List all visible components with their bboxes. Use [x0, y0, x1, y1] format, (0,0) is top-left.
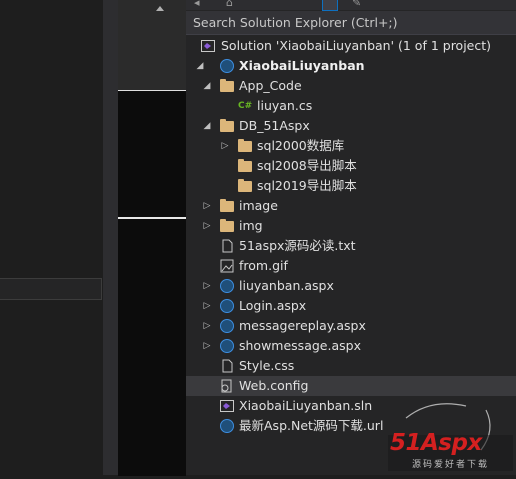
home-icon[interactable]: ⌂	[226, 0, 233, 9]
tree-item-label: 51aspx源码必读.txt	[239, 238, 356, 253]
tree-item-label: sql2019导出脚本	[257, 178, 357, 193]
tree-item-label: liuyanban.aspx	[239, 278, 334, 293]
folder-icon	[238, 139, 252, 152]
folder-icon	[238, 179, 252, 192]
tree-item-label: messagereplay.aspx	[239, 318, 366, 333]
tree-item[interactable]: ◢ App_Code	[186, 76, 516, 96]
config-file-icon	[220, 379, 234, 393]
collapse-arrow-icon[interactable]: ◢	[202, 76, 212, 96]
folder-icon	[220, 119, 234, 132]
minimap-upper	[118, 0, 186, 90]
tree-item[interactable]: ◢ DB_51Aspx	[186, 116, 516, 136]
tree-item[interactable]: sql2019导出脚本	[186, 176, 516, 196]
solution-label: Solution 'XiaobaiLiuyanban' (1 of 1 proj…	[221, 38, 492, 53]
watermark-tagline: 源码爱好者下载	[412, 460, 490, 470]
tree-item[interactable]: C# liuyan.cs	[186, 96, 516, 116]
tree-item[interactable]: Web.config	[186, 376, 516, 396]
tree-item-label: img	[239, 218, 263, 233]
minimap-divider	[118, 217, 186, 219]
web-page-icon	[220, 339, 234, 353]
collapse-arrow-icon[interactable]: ◢	[202, 116, 212, 136]
tree-item[interactable]: Style.css	[186, 356, 516, 376]
minimap-viewport[interactable]	[118, 90, 186, 476]
solution-file-icon	[220, 399, 234, 413]
expand-arrow-icon[interactable]: ▷	[220, 136, 230, 156]
tree-item-label: showmessage.aspx	[239, 338, 361, 353]
image-file-icon	[220, 259, 234, 273]
tree-item-label: Style.css	[239, 358, 295, 373]
scroll-up-arrow-icon[interactable]	[156, 6, 164, 11]
folder-icon	[238, 159, 252, 172]
web-page-icon	[220, 319, 234, 333]
code-editor-area[interactable]	[0, 0, 103, 475]
folder-icon	[220, 79, 234, 92]
tree-item[interactable]: sql2008导出脚本	[186, 156, 516, 176]
tree-item-label: App_Code	[239, 78, 302, 93]
url-file-icon	[220, 419, 234, 433]
text-file-icon	[220, 239, 234, 253]
tree-item[interactable]: ▷ sql2000数据库	[186, 136, 516, 156]
css-file-icon	[220, 359, 234, 373]
tree-item[interactable]: 51aspx源码必读.txt	[186, 236, 516, 256]
web-project-icon	[220, 59, 234, 73]
expand-arrow-icon[interactable]: ▷	[202, 276, 212, 296]
show-all-files-button[interactable]	[322, 0, 338, 11]
tree-item[interactable]: ▷ liuyanban.aspx	[186, 276, 516, 296]
tree-item[interactable]: ▷ messagereplay.aspx	[186, 316, 516, 336]
expand-arrow-icon[interactable]: ▷	[202, 196, 212, 216]
collapse-arrow-icon[interactable]: ◢	[195, 56, 205, 76]
tree-item-label: Web.config	[239, 378, 309, 393]
properties-icon[interactable]: ✎	[352, 0, 361, 9]
csharp-file-icon: C#	[238, 101, 253, 111]
tree-item-label: DB_51Aspx	[239, 118, 310, 133]
watermark-brand: 51Aspx	[390, 430, 482, 456]
current-line-highlight	[0, 278, 102, 300]
expand-arrow-icon[interactable]: ▷	[202, 296, 212, 316]
tree-item-label: image	[239, 198, 278, 213]
tree-item-label: Login.aspx	[239, 298, 307, 313]
search-placeholder: Search Solution Explorer (Ctrl+;)	[193, 15, 398, 30]
tree-item-label: sql2000数据库	[257, 138, 345, 153]
tree-item-label: XiaobaiLiuyanban.sln	[239, 398, 373, 413]
expand-arrow-icon[interactable]: ▷	[202, 336, 212, 356]
project-node[interactable]: ◢ XiaobaiLiuyanban	[186, 56, 516, 76]
explorer-toolbar: ◂ ⌂ ✎	[186, 0, 516, 11]
tree-item[interactable]: from.gif	[186, 256, 516, 276]
tree-item-label: from.gif	[239, 258, 288, 273]
watermark-logo: 51Aspx 源码爱好者下载	[386, 400, 516, 475]
tree-item-label: 最新Asp.Net源码下载.url	[239, 418, 384, 433]
folder-icon	[220, 219, 234, 232]
tree-item[interactable]: ▷ img	[186, 216, 516, 236]
folder-icon	[220, 199, 234, 212]
tree-item-label: sql2008导出脚本	[257, 158, 357, 173]
search-box[interactable]: Search Solution Explorer (Ctrl+;)	[186, 11, 516, 35]
tree-item-label: liuyan.cs	[257, 98, 313, 113]
web-page-icon	[220, 299, 234, 313]
tree-item[interactable]: ▷ showmessage.aspx	[186, 336, 516, 356]
tree-item[interactable]: ▷ Login.aspx	[186, 296, 516, 316]
back-icon[interactable]: ◂	[194, 0, 200, 9]
tree-item[interactable]: ▷ image	[186, 196, 516, 216]
expand-arrow-icon[interactable]: ▷	[202, 316, 212, 336]
expand-arrow-icon[interactable]: ▷	[202, 216, 212, 236]
solution-node[interactable]: Solution 'XiaobaiLiuyanban' (1 of 1 proj…	[186, 36, 516, 56]
project-label: XiaobaiLiuyanban	[239, 58, 365, 73]
web-page-icon	[220, 279, 234, 293]
vertical-scrollbar-track[interactable]	[103, 0, 118, 475]
editor-minimap[interactable]	[103, 0, 265, 476]
solution-icon	[201, 39, 215, 53]
